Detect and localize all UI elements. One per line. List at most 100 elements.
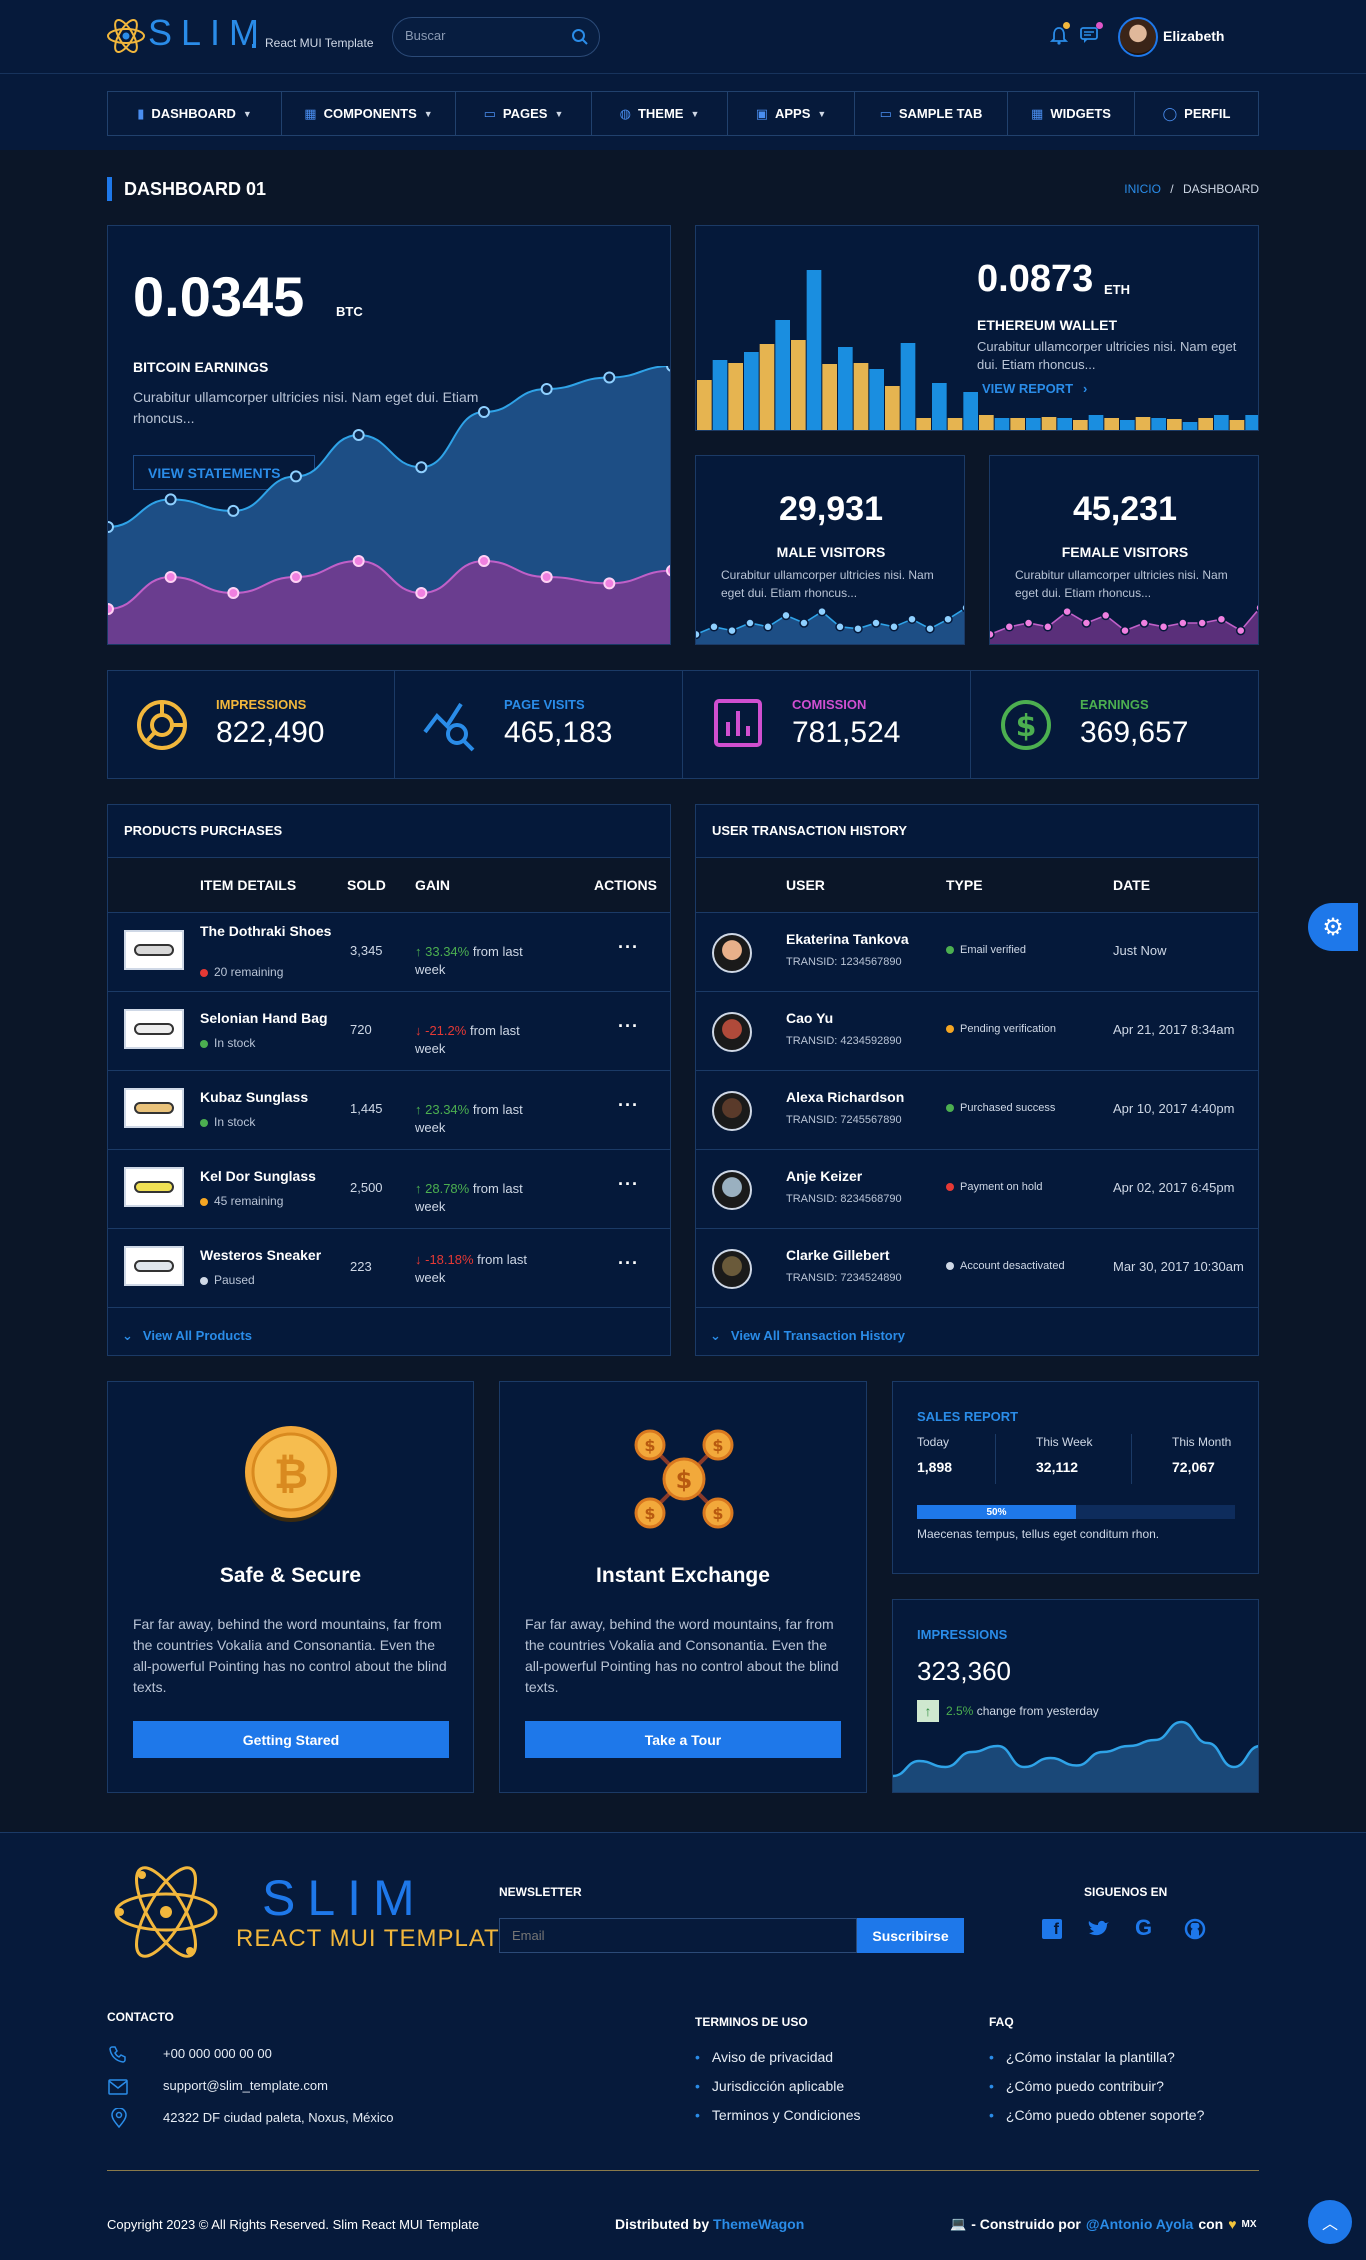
user-name[interactable]: Alexa Richardson bbox=[786, 1089, 904, 1105]
stat-value: 465,183 bbox=[504, 716, 613, 749]
chevron-up-icon: ︿ bbox=[1321, 2216, 1338, 2233]
settings-fab[interactable]: ⚙ bbox=[1308, 903, 1358, 951]
analytics-search-icon bbox=[423, 702, 475, 752]
nav-dashboard[interactable]: ▮ DASHBOARD ▼ bbox=[108, 92, 282, 135]
svg-text:₿: ₿ bbox=[274, 1449, 308, 1498]
footer-logo-sub: REACT MUI TEMPLATE bbox=[236, 1925, 517, 1952]
product-name[interactable]: Westeros Sneaker bbox=[200, 1245, 335, 1265]
avatar bbox=[712, 933, 752, 973]
view-all-transactions-link[interactable]: ⌄ View All Transaction History bbox=[710, 1328, 905, 1344]
logo-text[interactable]: SLIM bbox=[148, 12, 268, 54]
avatar bbox=[712, 1249, 752, 1289]
status-dot bbox=[946, 1262, 954, 1271]
data-point bbox=[1081, 618, 1092, 628]
data-point bbox=[415, 587, 428, 599]
data-point bbox=[727, 625, 737, 636]
nav-components[interactable]: ▦ COMPONENTS ▼ bbox=[282, 92, 456, 135]
more-actions-icon[interactable]: ··· bbox=[618, 1253, 639, 1274]
transaction-type: Payment on hold bbox=[946, 1181, 1043, 1193]
product-name[interactable]: Selonian Hand Bag bbox=[200, 1008, 335, 1028]
nav-theme[interactable]: ◍ THEME ▼ bbox=[592, 92, 728, 135]
product-name[interactable]: The Dothraki Shoes bbox=[200, 921, 335, 941]
facebook-icon[interactable]: f bbox=[1042, 1919, 1062, 1939]
newsletter-email-input[interactable] bbox=[499, 1918, 857, 1953]
product-name[interactable]: Kel Dor Sunglass bbox=[200, 1166, 335, 1186]
take-tour-button[interactable]: Take a Tour bbox=[525, 1721, 841, 1758]
scroll-top-button[interactable]: ︿ bbox=[1308, 2200, 1352, 2244]
user-icon: ◯ bbox=[1162, 105, 1178, 121]
more-actions-icon[interactable]: ··· bbox=[618, 1095, 639, 1116]
getting-started-button[interactable]: Getting Stared bbox=[133, 1721, 449, 1758]
user-name[interactable]: Elizabeth bbox=[1163, 28, 1224, 44]
search-box[interactable] bbox=[392, 17, 600, 57]
terms-link[interactable]: • Terminos y Condiciones bbox=[695, 2107, 861, 2123]
link-label: Jurisdicción aplicable bbox=[711, 2078, 845, 2094]
avatar bbox=[712, 1170, 752, 1210]
view-all-products-link[interactable]: ⌄ View All Products bbox=[122, 1328, 252, 1344]
gain-value: 33.34% bbox=[425, 944, 470, 959]
user-name[interactable]: Clarke Gillebert bbox=[786, 1247, 890, 1263]
female-title: FEMALE VISITORS bbox=[1061, 544, 1189, 560]
faq-link[interactable]: • ¿Cómo puedo contribuir? bbox=[989, 2078, 1164, 2094]
twitter-icon[interactable] bbox=[1088, 1919, 1110, 1939]
breadcrumb-home[interactable]: INICIO bbox=[1124, 182, 1161, 196]
column-header: TYPE bbox=[946, 877, 983, 893]
data-point bbox=[1139, 618, 1150, 628]
data-point bbox=[478, 406, 490, 418]
sales-col-value: 32,112 bbox=[1036, 1459, 1079, 1475]
more-actions-icon[interactable]: ··· bbox=[618, 1174, 639, 1195]
nav-sample-tab[interactable]: ▭ SAMPLE TAB bbox=[855, 92, 1008, 135]
gain-value: 28.78% bbox=[425, 1181, 470, 1196]
products-header-row bbox=[108, 857, 670, 913]
bar bbox=[744, 352, 759, 430]
more-actions-icon[interactable]: ··· bbox=[618, 1016, 639, 1037]
google-icon[interactable]: G bbox=[1135, 1915, 1152, 1941]
terms-link[interactable]: • Jurisdicción aplicable bbox=[695, 2078, 844, 2094]
main-nav: ▮ DASHBOARD ▼ ▦ COMPONENTS ▼ ▭ PAGES ▼ ◍ THEME ▼… bbox=[107, 91, 1259, 136]
transaction-type: Pending verification bbox=[946, 1023, 1056, 1035]
user-name[interactable]: Cao Yu bbox=[786, 1010, 833, 1026]
github-icon[interactable] bbox=[1184, 1918, 1206, 1940]
subscribe-button[interactable]: Suscribirse bbox=[857, 1918, 964, 1953]
search-icon[interactable] bbox=[571, 28, 589, 46]
data-point bbox=[990, 629, 995, 640]
product-gain: ↑ 23.34% from last week bbox=[415, 1101, 545, 1137]
data-point bbox=[1100, 610, 1111, 621]
nav-apps[interactable]: ▣ APPS ▼ bbox=[728, 92, 855, 135]
product-thumbnail bbox=[124, 1009, 184, 1049]
sales-col-value: 72,067 bbox=[1172, 1459, 1215, 1475]
data-point bbox=[889, 622, 899, 632]
type-text: Email verified bbox=[960, 944, 1027, 956]
bar bbox=[869, 369, 884, 430]
nav-widgets[interactable]: ▦ WIDGETS bbox=[1008, 92, 1135, 135]
sales-report-card: SALES REPORT Today 1,898 This Week 32,11… bbox=[892, 1381, 1259, 1574]
data-point bbox=[961, 603, 964, 613]
user-name[interactable]: Anje Keizer bbox=[786, 1168, 862, 1184]
chat-icon[interactable] bbox=[1079, 26, 1099, 44]
distributed-label: Distributed by bbox=[615, 2216, 710, 2232]
data-point bbox=[907, 614, 917, 624]
nav-perfil[interactable]: ◯ PERFIL bbox=[1135, 92, 1258, 135]
avatar[interactable] bbox=[1118, 17, 1158, 57]
author-link[interactable]: @Antonio Ayola bbox=[1086, 2216, 1194, 2232]
user-name[interactable]: Ekaterina Tankova bbox=[786, 931, 909, 947]
faq-link[interactable]: • ¿Cómo puedo obtener soporte? bbox=[989, 2107, 1204, 2123]
sales-col-value: 1,898 bbox=[917, 1459, 953, 1475]
search-input[interactable] bbox=[405, 28, 565, 43]
transaction-date: Apr 10, 2017 4:40pm bbox=[1113, 1101, 1235, 1116]
bar bbox=[1104, 418, 1119, 430]
product-name[interactable]: Kubaz Sunglass bbox=[200, 1087, 335, 1107]
contact-email[interactable]: support@slim_template.com bbox=[163, 2078, 328, 2093]
products-title: PRODUCTS PURCHASES bbox=[124, 823, 283, 838]
view-report-link[interactable]: VIEW REPORT › bbox=[982, 381, 1087, 396]
arrow-down-icon: ↓ bbox=[415, 1252, 426, 1267]
terms-link[interactable]: • Aviso de privacidad bbox=[695, 2049, 833, 2065]
themewagon-link[interactable]: ThemeWagon bbox=[713, 2216, 804, 2232]
bell-icon[interactable] bbox=[1050, 26, 1068, 46]
nav-pages[interactable]: ▭ PAGES ▼ bbox=[456, 92, 592, 135]
bar bbox=[728, 363, 743, 430]
bar bbox=[822, 364, 837, 430]
nav-label: SAMPLE TAB bbox=[898, 106, 983, 121]
faq-link[interactable]: • ¿Cómo instalar la plantilla? bbox=[989, 2049, 1175, 2065]
more-actions-icon[interactable]: ··· bbox=[618, 937, 639, 958]
